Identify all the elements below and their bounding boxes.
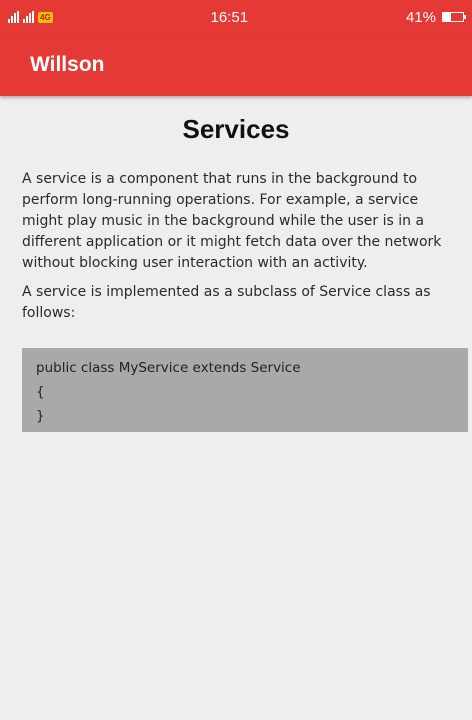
status-left: 4G	[8, 11, 53, 23]
page-title: Services	[182, 114, 290, 144]
app-title: Willson	[30, 53, 105, 76]
battery-icon	[442, 12, 466, 22]
signal-icon-2	[23, 11, 34, 23]
battery-fill	[443, 13, 452, 21]
app-bar: Willson	[0, 34, 472, 96]
code-line: }	[36, 408, 45, 424]
code-line: {	[36, 384, 45, 400]
signal-icon	[8, 11, 19, 23]
content: Services A service is a component that r…	[0, 114, 472, 432]
carrier-badge: 4G	[38, 11, 53, 23]
code-block: public class MyService extends Service {…	[22, 348, 468, 432]
service-description: A service is a component that runs in th…	[22, 171, 442, 271]
service-implementation-text: A service is implemented as a subclass o…	[22, 284, 431, 321]
status-time: 16:51	[210, 8, 249, 26]
battery-percent: 41%	[405, 8, 436, 26]
status-right: 41%	[405, 8, 466, 26]
status-bar: 4G 16:51 41%	[0, 0, 472, 34]
code-line: public class MyService extends Service	[36, 360, 301, 376]
